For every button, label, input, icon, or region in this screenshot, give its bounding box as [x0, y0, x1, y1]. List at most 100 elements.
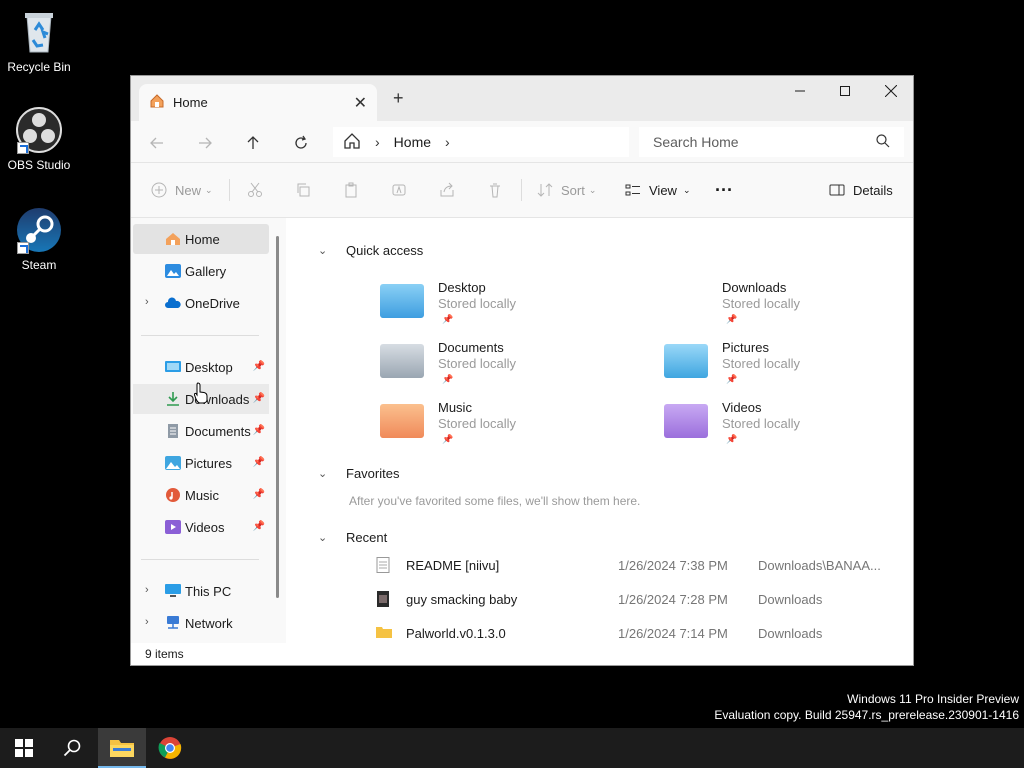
pin-icon[interactable]: 📌	[253, 425, 265, 436]
sidebar-item-network[interactable]: › Network	[133, 608, 269, 638]
quick-access-music[interactable]: Music Stored locally 📌	[380, 400, 640, 454]
section-title: Favorites	[346, 466, 400, 481]
view-button[interactable]: View ⌄	[625, 175, 691, 205]
plus-circle-icon	[151, 182, 167, 198]
table-row[interactable]: guy smacking baby 1/26/2024 7:28 PM Down…	[376, 589, 906, 609]
cut-button[interactable]	[247, 175, 263, 205]
toolbar-divider	[229, 179, 230, 201]
quick-access-desktop[interactable]: Desktop Stored locally 📌	[380, 280, 640, 334]
details-button[interactable]: Details	[829, 175, 893, 205]
sidebar-item-home[interactable]: Home	[133, 224, 269, 254]
chevron-right-icon[interactable]: ›	[145, 584, 149, 596]
quick-access-downloads[interactable]: Downloads Stored locally 📌	[664, 280, 924, 334]
quick-access-sub: Stored locally	[438, 416, 517, 431]
table-row[interactable]: README [niivu] 1/26/2024 7:38 PM Downloa…	[376, 555, 906, 575]
recent-file-location: Downloads\BANAA...	[758, 557, 881, 573]
text-file-icon	[376, 557, 390, 573]
section-quick-access[interactable]: ⌄ Quick access	[318, 243, 423, 258]
quick-access-videos[interactable]: Videos Stored locally 📌	[664, 400, 924, 454]
desktop-icon-label: Steam	[21, 258, 57, 272]
chevron-right-icon[interactable]: ›	[145, 296, 149, 308]
quick-access-pictures[interactable]: Pictures Stored locally 📌	[664, 340, 924, 394]
tab-home[interactable]: Home ✕	[139, 84, 377, 121]
pin-icon[interactable]: 📌	[253, 393, 265, 404]
up-button[interactable]	[237, 127, 269, 159]
more-options-button[interactable]: ···	[715, 175, 733, 205]
shortcut-arrow-icon	[17, 142, 29, 154]
sidebar-item-label: Videos	[185, 519, 225, 535]
rename-button[interactable]	[391, 175, 407, 205]
start-button[interactable]	[0, 728, 48, 768]
chevron-right-icon[interactable]: ›	[445, 134, 450, 150]
favorites-empty-message: After you've favorited some files, we'll…	[349, 494, 641, 508]
quick-access-sub: Stored locally	[722, 296, 801, 311]
maximize-button[interactable]	[822, 76, 868, 106]
desktop-icon-obs[interactable]: OBS Studio	[1, 106, 77, 172]
folder-icon	[110, 740, 134, 757]
chevron-down-icon[interactable]: ⌄	[318, 531, 346, 544]
sidebar-divider	[141, 559, 259, 560]
table-row[interactable]: Palworld.v0.1.3.0 1/26/2024 7:14 PM Down…	[376, 623, 906, 643]
sidebar-item-onedrive[interactable]: › OneDrive	[133, 288, 269, 318]
chevron-right-icon[interactable]: ›	[375, 134, 380, 150]
desktop-icon-steam[interactable]: Steam	[1, 206, 77, 272]
sidebar-item-videos[interactable]: Videos 📌	[133, 512, 269, 542]
paste-button[interactable]	[343, 175, 359, 205]
pin-icon[interactable]: 📌	[253, 457, 265, 468]
share-icon	[440, 182, 454, 197]
desktop-icon-recycle-bin[interactable]: Recycle Bin	[1, 8, 77, 74]
chrome-icon	[158, 737, 182, 759]
sidebar-item-pictures[interactable]: Pictures 📌	[133, 448, 269, 478]
search-box[interactable]: Search Home	[639, 127, 904, 157]
new-tab-button[interactable]: +	[393, 88, 404, 109]
copy-button[interactable]	[295, 175, 311, 205]
new-button[interactable]: New ⌄	[151, 175, 213, 205]
chevron-right-icon[interactable]: ›	[145, 616, 149, 628]
search-button[interactable]	[48, 728, 96, 768]
recent-file-location: Downloads	[758, 625, 823, 641]
sidebar-item-label: OneDrive	[185, 295, 240, 311]
file-explorer-taskbar-button[interactable]	[98, 728, 146, 768]
chrome-taskbar-button[interactable]	[146, 728, 194, 768]
sidebar-item-this-pc[interactable]: › This PC	[133, 576, 269, 606]
sidebar-item-gallery[interactable]: Gallery	[133, 256, 269, 286]
search-icon	[63, 739, 81, 757]
chevron-down-icon[interactable]: ⌄	[318, 467, 346, 480]
tab-close-icon[interactable]: ✕	[354, 93, 367, 113]
quick-access-documents[interactable]: Documents Stored locally 📌	[380, 340, 640, 394]
breadcrumb[interactable]: › Home ›	[333, 127, 629, 157]
sidebar-item-music[interactable]: Music 📌	[133, 480, 269, 510]
pin-icon[interactable]: 📌	[253, 521, 265, 532]
pin-icon[interactable]: 📌	[253, 361, 265, 372]
sidebar-item-label: This PC	[185, 583, 232, 599]
sidebar-item-desktop[interactable]: Desktop 📌	[133, 352, 269, 382]
search-input[interactable]: Search Home	[653, 134, 739, 150]
sidebar-item-documents[interactable]: Documents 📌	[133, 416, 269, 446]
mouse-cursor-icon	[193, 382, 208, 409]
pin-icon[interactable]: 📌	[253, 489, 265, 500]
navigation-pane: Home Gallery › OneDrive Desktop 📌 Downlo…	[131, 218, 286, 643]
gallery-icon	[165, 264, 181, 278]
home-icon[interactable]	[343, 132, 361, 153]
breadcrumb-home[interactable]: Home	[394, 134, 431, 150]
refresh-button[interactable]	[285, 127, 317, 159]
back-button[interactable]	[141, 127, 173, 159]
close-window-button[interactable]	[868, 76, 914, 106]
chevron-down-icon[interactable]: ⌄	[318, 244, 346, 257]
arrow-right-icon	[199, 137, 212, 149]
sidebar-scrollbar[interactable]	[276, 236, 279, 598]
sort-button[interactable]: Sort ⌄	[537, 175, 596, 205]
desktop-folder-icon	[380, 284, 424, 318]
taskbar	[0, 728, 1024, 768]
section-recent[interactable]: ⌄ Recent	[318, 530, 387, 545]
tab-title: Home	[173, 95, 208, 110]
trash-icon	[490, 183, 500, 198]
minimize-button[interactable]	[777, 76, 823, 106]
home-icon	[149, 93, 165, 112]
share-button[interactable]	[439, 175, 455, 205]
chevron-down-icon: ⌄	[682, 184, 691, 195]
section-favorites[interactable]: ⌄ Favorites	[318, 466, 399, 481]
pin-icon: 📌	[442, 374, 454, 384]
delete-button[interactable]	[487, 175, 503, 205]
forward-button[interactable]	[189, 127, 221, 159]
